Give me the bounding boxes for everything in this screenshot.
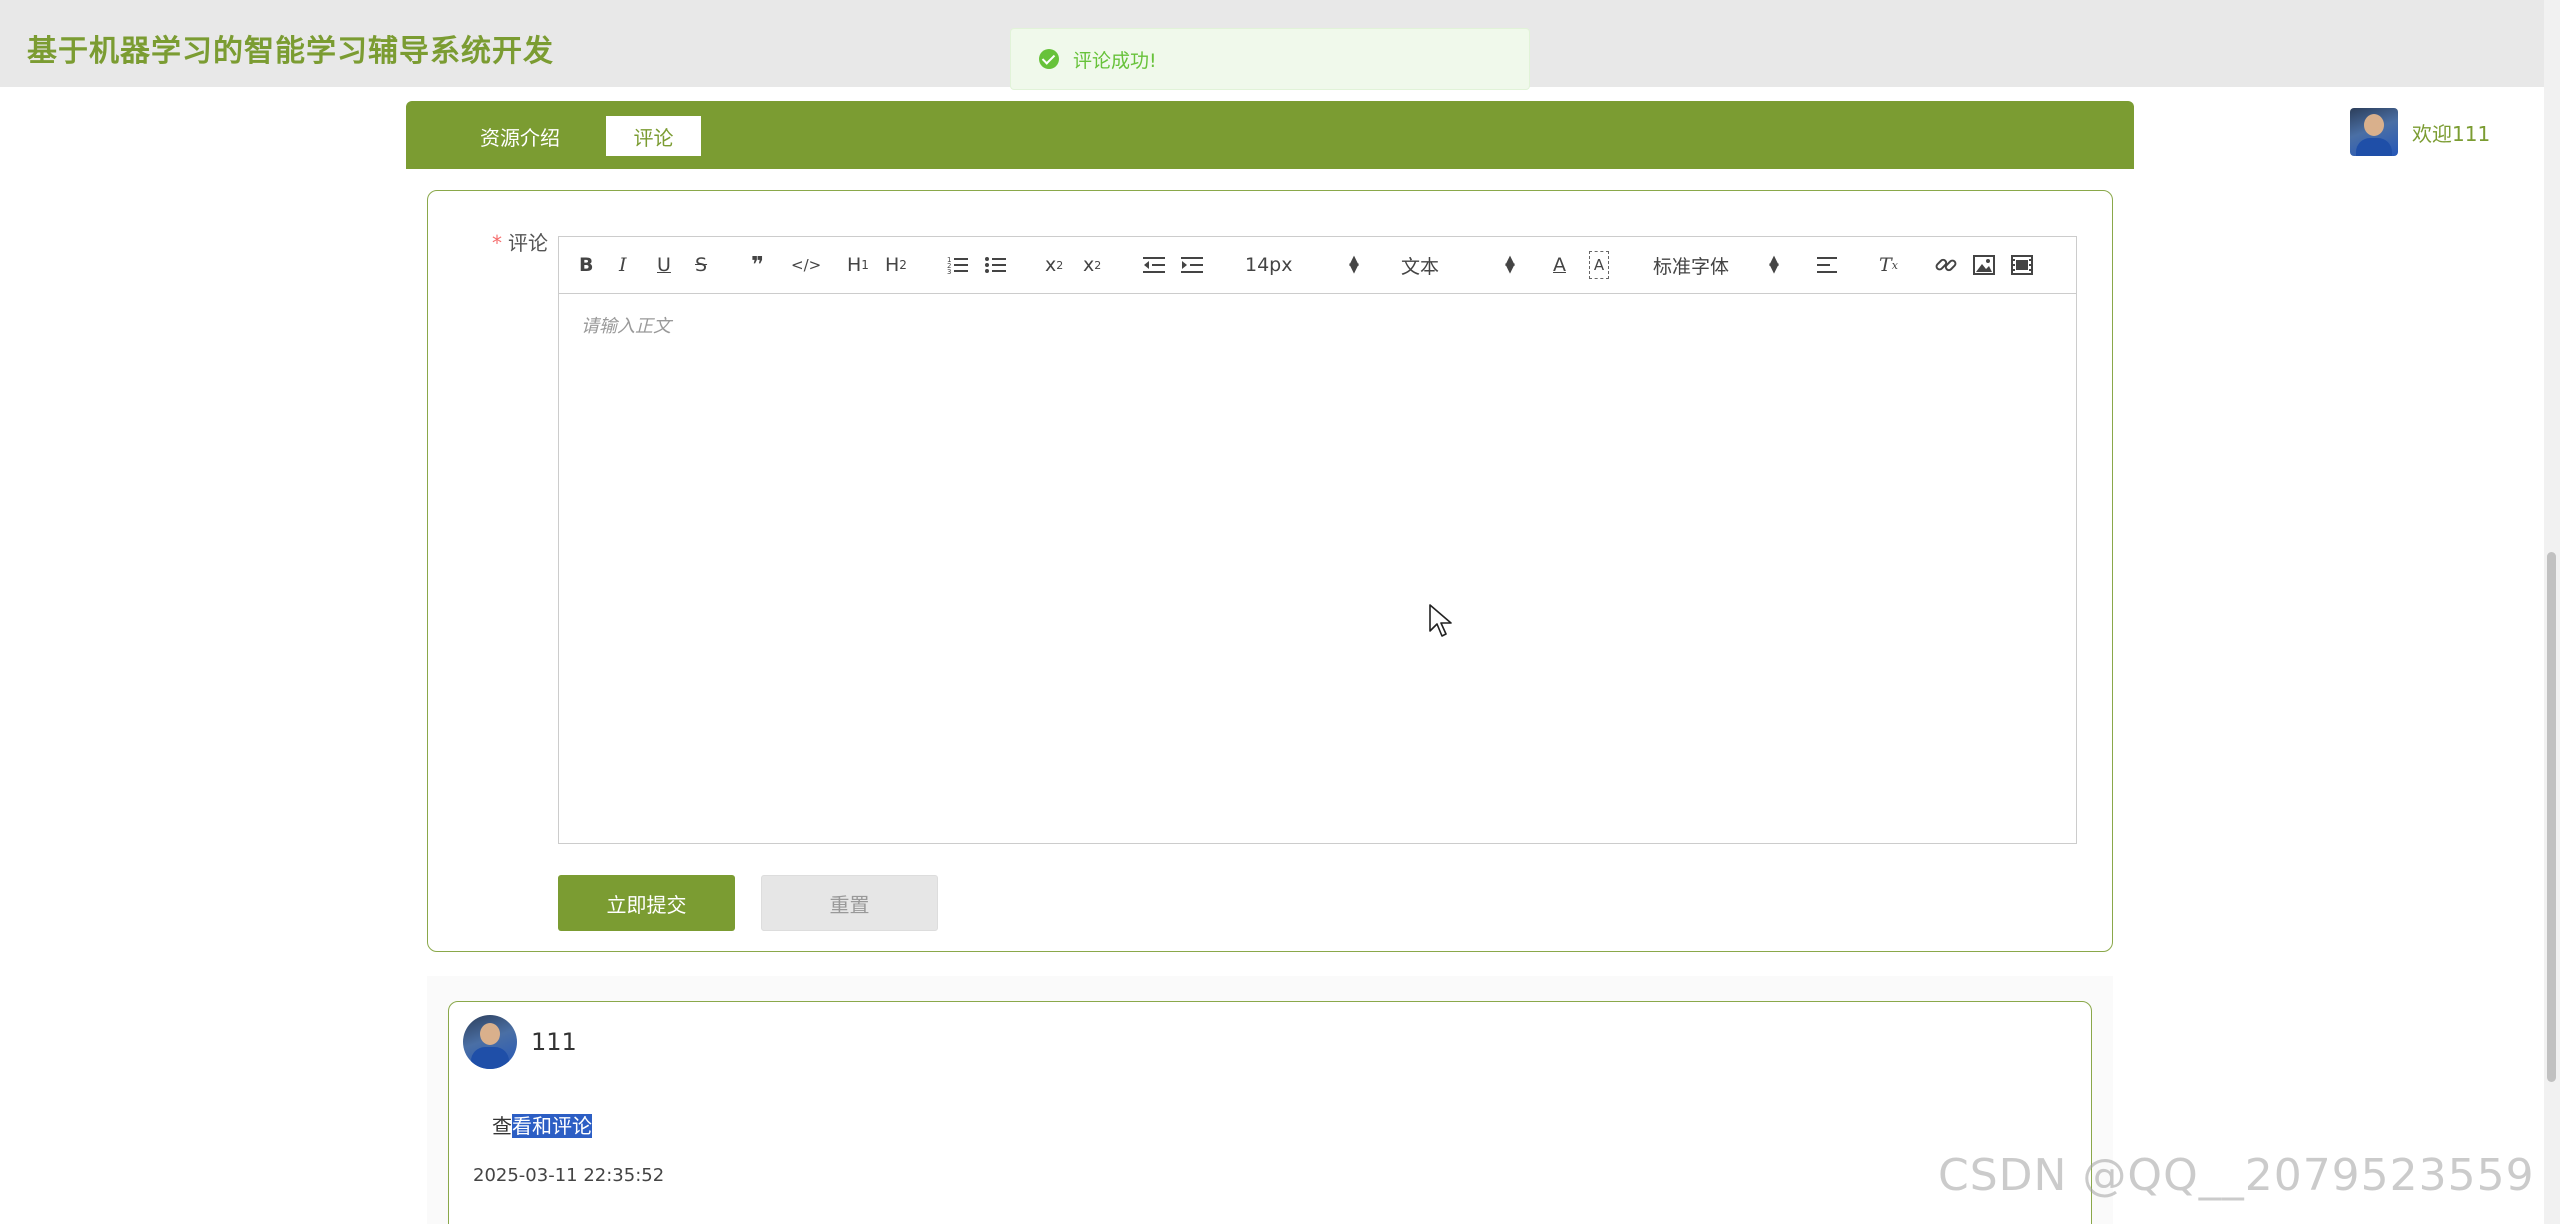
comment-username: 111 xyxy=(531,1028,577,1056)
editor-placeholder: 请输入正文 xyxy=(581,316,671,337)
rich-text-editor: B I U S ❞ </> H1 H2 123 x2 x2 14px ▲ ▼ 文本… xyxy=(558,236,2077,844)
reset-button[interactable]: 重置 xyxy=(761,875,938,931)
watermark: CSDN @QQ__2079523559 xyxy=(1938,1150,2535,1201)
success-check-icon xyxy=(1039,49,1059,69)
underline-icon[interactable]: U xyxy=(657,251,671,279)
required-mark: * xyxy=(492,231,502,255)
comment-text: 查看和评论 xyxy=(492,1114,592,1138)
select-arrows-icon: ▲ ▼ xyxy=(1349,253,1359,276)
svg-text:3: 3 xyxy=(947,268,951,275)
outdent-icon[interactable] xyxy=(1143,251,1165,279)
comment-field-label: * 评论 xyxy=(492,231,548,255)
welcome-text[interactable]: 欢迎111 xyxy=(2412,118,2490,147)
editor-content-area[interactable]: 请输入正文 xyxy=(559,294,2076,844)
submit-button[interactable]: 立即提交 xyxy=(558,875,735,931)
heading1-icon[interactable]: H1 xyxy=(847,251,869,279)
image-icon[interactable] xyxy=(1973,251,1995,279)
select-arrows-icon: ▲ ▼ xyxy=(1769,253,1779,276)
mouse-cursor-icon xyxy=(1429,604,1452,637)
scrollbar-thumb[interactable] xyxy=(2547,552,2556,1082)
heading-select[interactable]: 文本 ▲ ▼ xyxy=(1401,251,1515,279)
select-arrows-icon: ▲ ▼ xyxy=(1505,253,1515,276)
subscript-icon[interactable]: x2 xyxy=(1045,251,1063,279)
italic-icon[interactable]: I xyxy=(619,251,627,279)
selected-text: 看和评论 xyxy=(512,1114,592,1138)
commenter-avatar xyxy=(463,1015,517,1069)
font-family-select[interactable]: 标准字体 ▲ ▼ xyxy=(1653,251,1779,279)
link-icon[interactable] xyxy=(1935,251,1957,279)
tabs-bar: 资源介绍 评论 xyxy=(406,101,2134,169)
avatar[interactable] xyxy=(2350,108,2398,156)
heading2-icon[interactable]: H2 xyxy=(885,251,907,279)
tab-comment[interactable]: 评论 xyxy=(606,116,701,156)
tab-resource-intro[interactable]: 资源介绍 xyxy=(460,116,580,156)
video-icon[interactable] xyxy=(2011,251,2033,279)
font-size-select[interactable]: 14px ▲ ▼ xyxy=(1245,251,1359,279)
success-toast: 评论成功! xyxy=(1010,28,1530,90)
indent-icon[interactable] xyxy=(1181,251,1203,279)
font-color-icon[interactable]: A xyxy=(1553,251,1566,279)
comment-timestamp: 2025-03-11 22:35:52 xyxy=(473,1165,665,1186)
bold-icon[interactable]: B xyxy=(579,251,593,279)
background-color-icon[interactable]: A xyxy=(1589,251,1609,279)
clear-format-icon[interactable]: Tx xyxy=(1879,251,1898,279)
comment-item xyxy=(448,1001,2092,1224)
blockquote-icon[interactable]: ❞ xyxy=(751,251,764,279)
user-menu[interactable]: 欢迎111 xyxy=(2350,108,2490,156)
code-icon[interactable]: </> xyxy=(791,251,821,279)
ordered-list-icon[interactable]: 123 xyxy=(947,251,969,279)
align-icon[interactable] xyxy=(1817,251,1839,279)
toast-message: 评论成功! xyxy=(1073,49,1157,72)
bullet-list-icon[interactable] xyxy=(985,251,1007,279)
superscript-icon[interactable]: x2 xyxy=(1083,251,1101,279)
editor-toolbar: B I U S ❞ </> H1 H2 123 x2 x2 14px ▲ ▼ 文本… xyxy=(559,237,2076,294)
site-title: 基于机器学习的智能学习辅导系统开发 xyxy=(27,34,554,69)
strikethrough-icon[interactable]: S xyxy=(695,251,707,279)
